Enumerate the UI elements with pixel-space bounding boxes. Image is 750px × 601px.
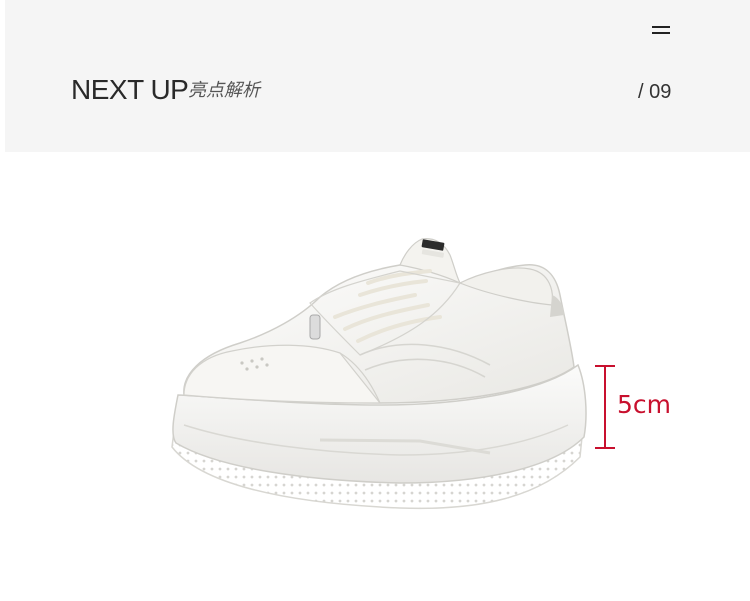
height-measure-label: 5cm xyxy=(617,390,672,419)
sneaker-image xyxy=(171,238,587,510)
height-measure-line xyxy=(604,366,606,448)
section-title: NEXT UP xyxy=(71,74,189,105)
menu-bar-bottom xyxy=(652,32,670,34)
page-index: / 09 xyxy=(638,81,672,103)
menu-icon[interactable] xyxy=(652,22,674,38)
section-subtitle: 亮点解析 xyxy=(188,80,260,101)
measure-cap-bottom xyxy=(595,447,615,449)
page: NEXT UP 亮点解析 / 09 5cm xyxy=(0,0,750,601)
menu-bar-top xyxy=(652,26,670,28)
